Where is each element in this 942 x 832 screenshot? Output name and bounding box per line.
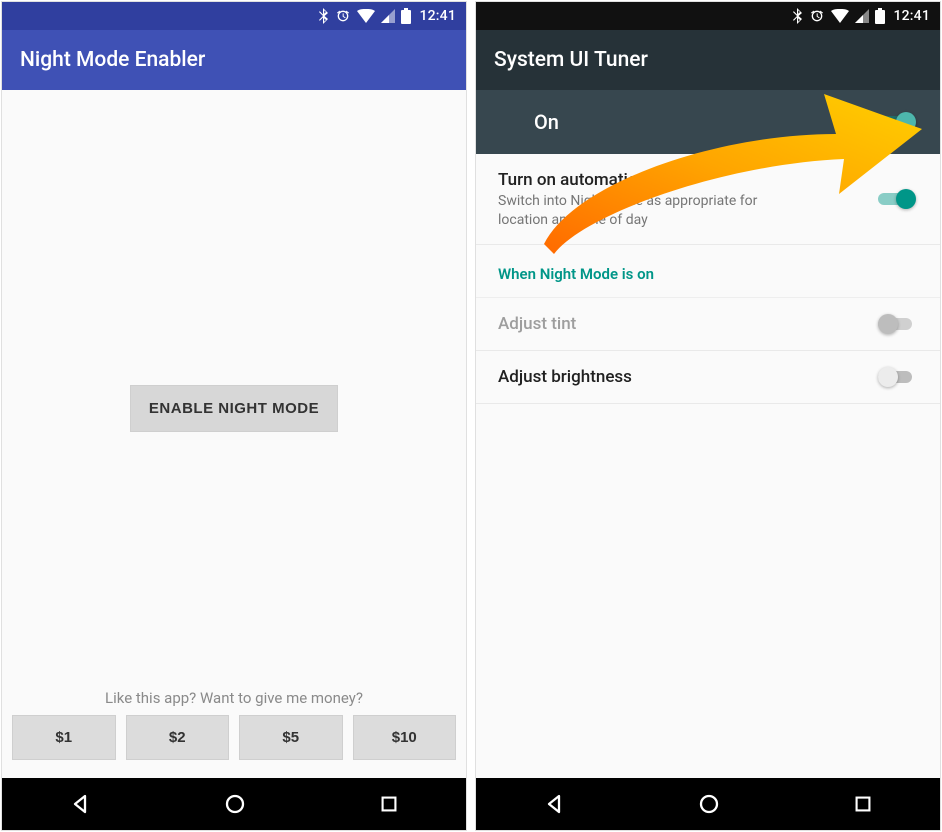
donate-1-button[interactable]: $1 [12, 715, 116, 760]
brightness-switch[interactable] [878, 365, 918, 389]
section-header: When Night Mode is on [476, 245, 940, 298]
status-time: 12:41 [419, 8, 456, 24]
nav-bar [2, 778, 466, 830]
alarm-icon [809, 8, 825, 24]
app-bar: System UI Tuner [476, 30, 940, 90]
enable-night-mode-button[interactable]: ENABLE NIGHT MODE [130, 385, 338, 432]
donate-2-button[interactable]: $2 [126, 715, 230, 760]
auto-switch[interactable] [878, 187, 918, 211]
cell-signal-icon [855, 9, 869, 23]
master-toggle-row[interactable]: On [476, 90, 940, 154]
back-icon[interactable] [68, 792, 92, 816]
status-bar: 12:41 [476, 2, 940, 30]
auto-subtitle: Switch into Night Mode as appropriate fo… [498, 192, 798, 230]
auto-row[interactable]: Turn on automatically Switch into Night … [476, 154, 940, 245]
battery-icon [875, 8, 885, 24]
donation-prompt-text: Like this app? Want to give me money? [2, 689, 466, 707]
alarm-icon [335, 8, 351, 24]
wifi-icon [831, 9, 849, 23]
app-bar: Night Mode Enabler [2, 30, 466, 90]
tint-switch [878, 312, 918, 336]
nav-bar [476, 778, 940, 830]
master-toggle-label: On [534, 110, 559, 134]
bluetooth-icon [793, 8, 803, 24]
battery-icon [401, 8, 411, 24]
left-content: ENABLE NIGHT MODE Like this app? Want to… [2, 90, 466, 778]
donate-10-button[interactable]: $10 [353, 715, 457, 760]
brightness-title: Adjust brightness [498, 367, 818, 387]
wifi-icon [357, 9, 375, 23]
donate-5-button[interactable]: $5 [239, 715, 343, 760]
tint-title: Adjust tint [498, 314, 818, 334]
tint-row: Adjust tint [476, 298, 940, 351]
phone-left: 12:41 Night Mode Enabler ENABLE NIGHT MO… [2, 2, 466, 830]
app-title: Night Mode Enabler [20, 48, 205, 72]
brightness-row[interactable]: Adjust brightness [476, 351, 940, 404]
back-icon[interactable] [542, 792, 566, 816]
auto-title: Turn on automatically [498, 170, 818, 190]
recent-icon[interactable] [852, 793, 874, 815]
cell-signal-icon [381, 9, 395, 23]
status-time: 12:41 [893, 8, 930, 24]
bluetooth-icon [319, 8, 329, 24]
status-bar: 12:41 [2, 2, 466, 30]
recent-icon[interactable] [378, 793, 400, 815]
phone-right: 12:41 System UI Tuner On Turn on automat… [476, 2, 940, 830]
donation-area: Like this app? Want to give me money? $1… [2, 675, 466, 778]
home-icon[interactable] [223, 792, 247, 816]
app-title: System UI Tuner [494, 48, 648, 72]
home-icon[interactable] [697, 792, 721, 816]
right-content: On Turn on automatically Switch into Nig… [476, 90, 940, 778]
master-switch[interactable] [878, 110, 918, 134]
